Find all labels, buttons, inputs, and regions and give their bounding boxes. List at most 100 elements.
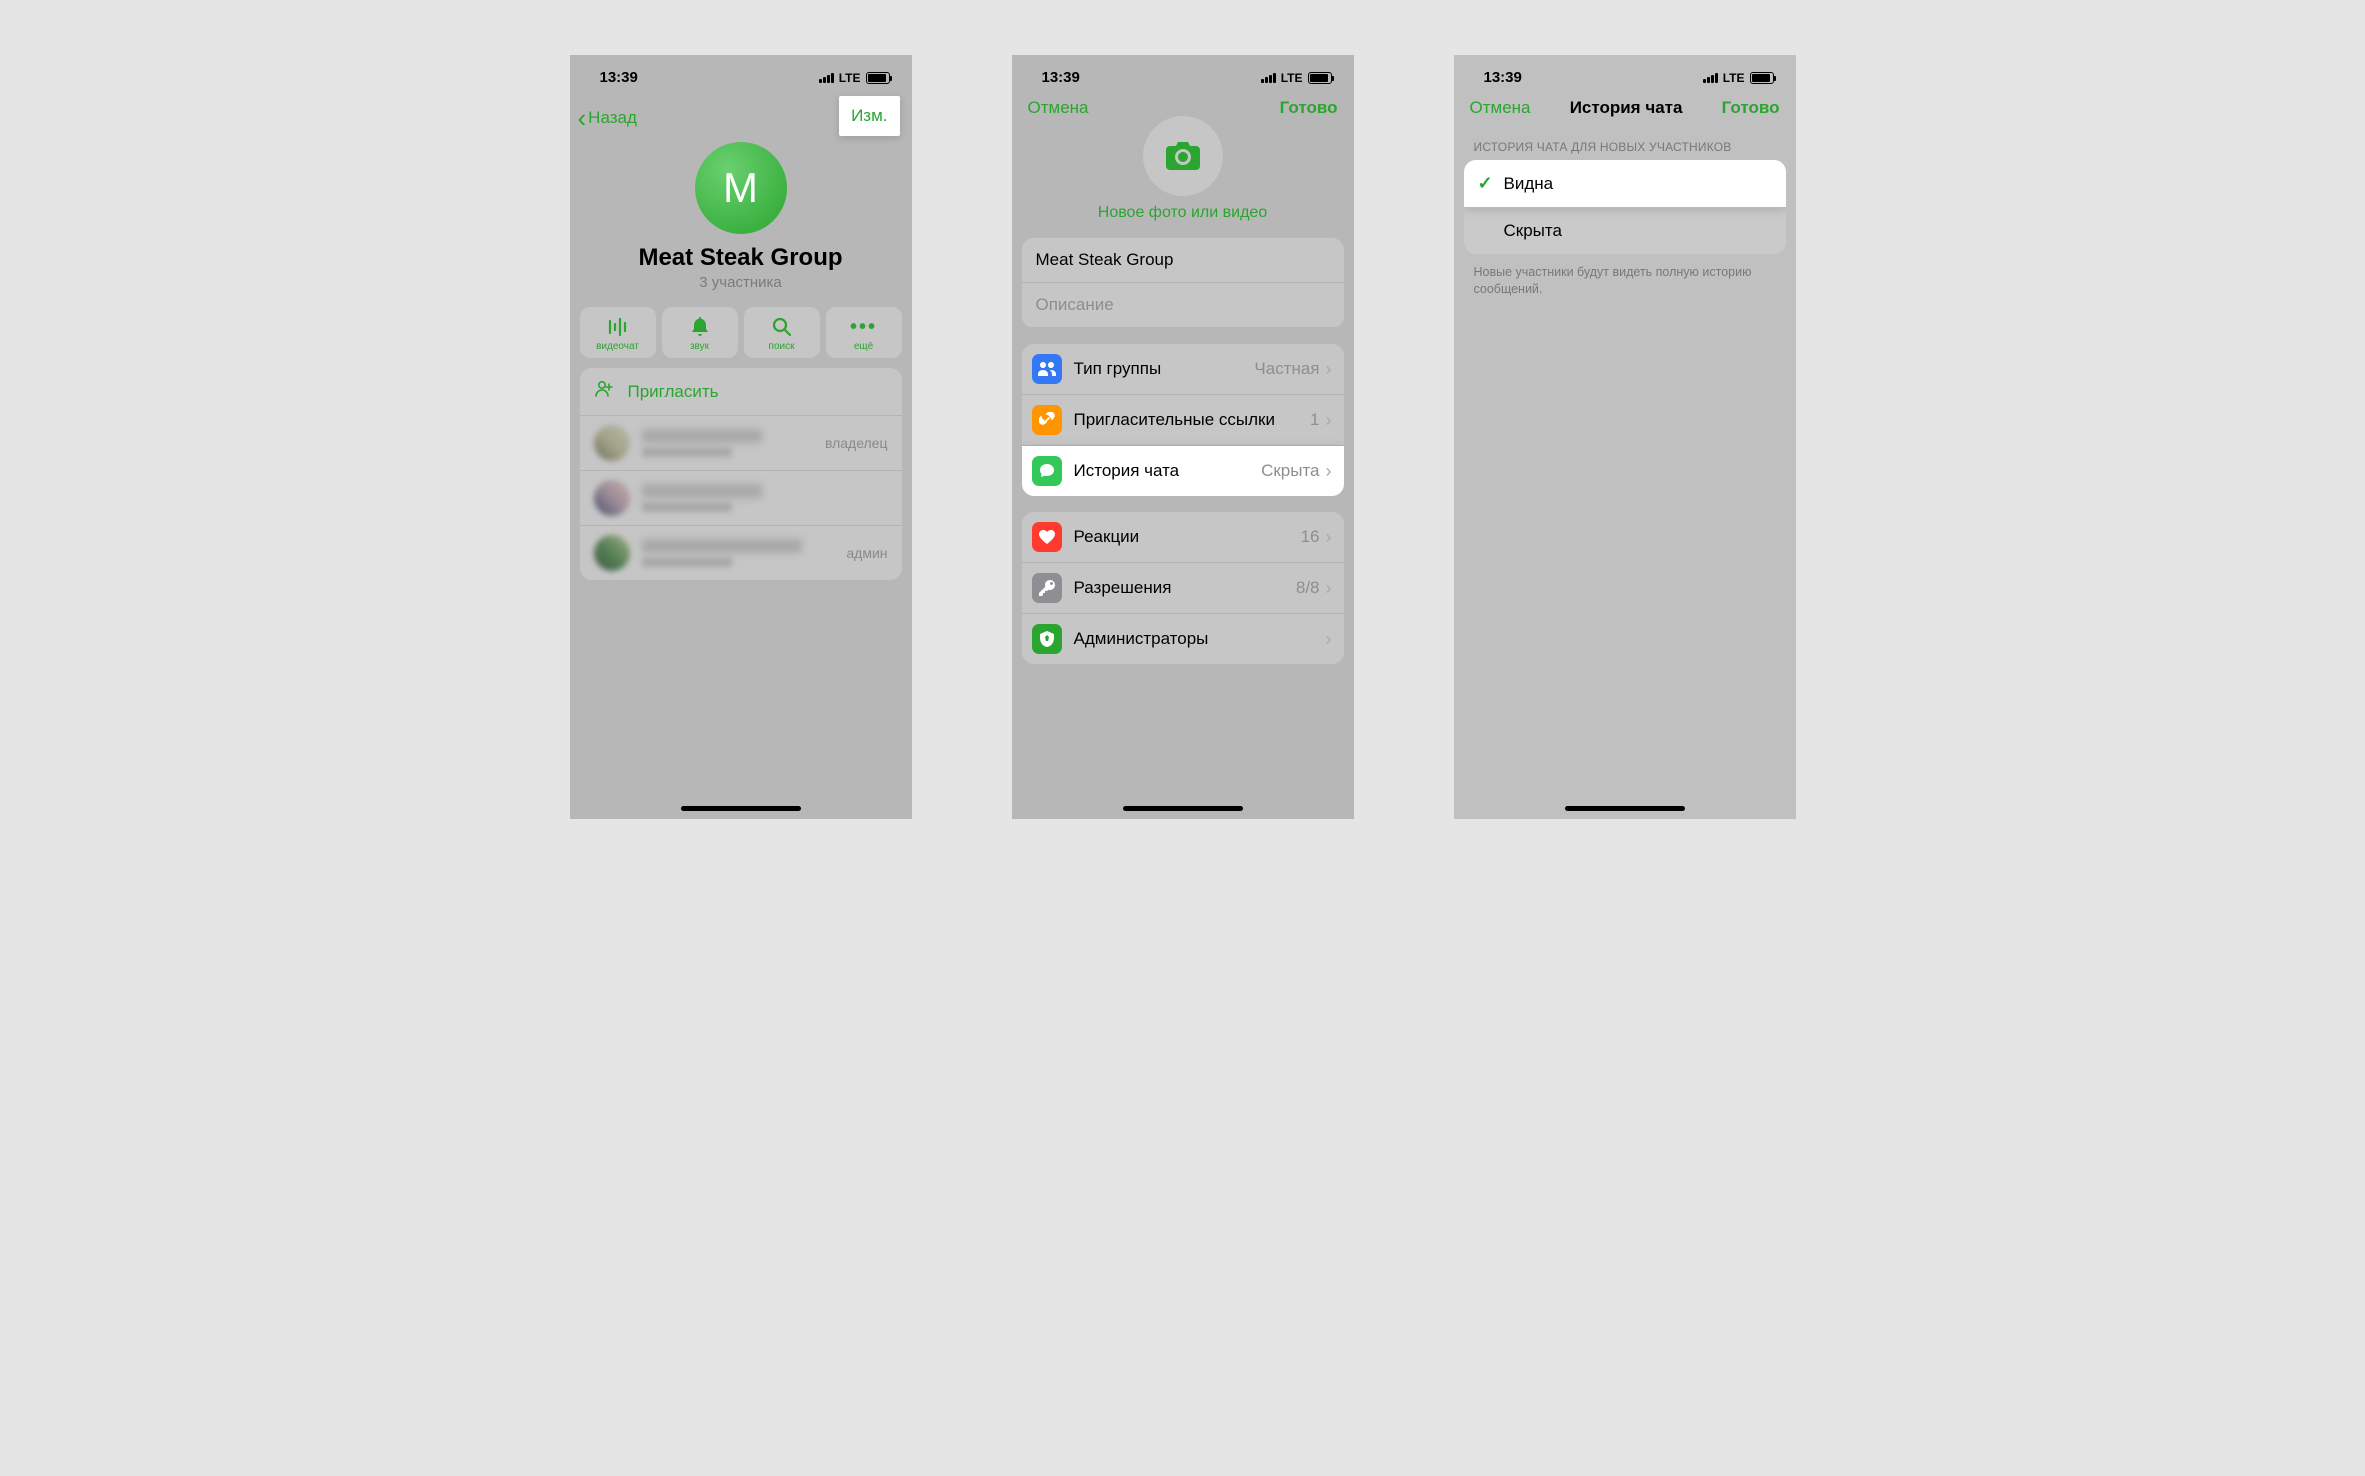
member-info	[642, 429, 825, 457]
option-hidden[interactable]: Скрыта	[1464, 208, 1786, 254]
action-sound-label: звук	[690, 341, 709, 352]
group-title: Meat Steak Group	[570, 244, 912, 272]
people-icon	[1032, 354, 1062, 384]
done-button[interactable]: Готово	[1722, 98, 1780, 118]
heart-icon	[1032, 522, 1062, 552]
key-icon	[1032, 573, 1062, 603]
action-videochat[interactable]: видеочат	[580, 307, 656, 358]
member-info	[642, 539, 847, 567]
person-plus-icon	[594, 380, 614, 403]
nav-bar: Отмена История чата Готово	[1454, 92, 1796, 118]
settings-group-1: Тип группы Частная › Пригласительные ссы…	[1022, 344, 1344, 496]
chevron-left-icon: ‹	[578, 105, 587, 131]
chevron-right-icon: ›	[1326, 410, 1332, 431]
set-photo-button[interactable]	[1143, 116, 1223, 196]
row-group-type[interactable]: Тип группы Частная ›	[1022, 344, 1344, 395]
row-value: 8/8	[1296, 578, 1320, 598]
section-footer: Новые участники будут видеть полную исто…	[1454, 254, 1796, 308]
status-bar: 13:39 LTE	[570, 55, 912, 92]
cancel-button[interactable]: Отмена	[1470, 98, 1531, 118]
member-role-admin: админ	[846, 545, 887, 561]
signal-icon	[819, 73, 834, 83]
name-desc-card: Meat Steak Group Описание	[1022, 238, 1344, 328]
video-icon	[607, 315, 629, 339]
row-value: Скрыта	[1261, 461, 1319, 481]
signal-icon	[1261, 73, 1276, 83]
status-right: LTE	[819, 71, 890, 85]
row-reactions[interactable]: Реакции 16 ›	[1022, 512, 1344, 563]
status-right: LTE	[1703, 71, 1774, 85]
group-subtitle: 3 участника	[570, 274, 912, 291]
row-label: Пригласительные ссылки	[1074, 410, 1311, 430]
section-header: ИСТОРИЯ ЧАТА ДЛЯ НОВЫХ УЧАСТНИКОВ	[1454, 118, 1796, 160]
edit-button[interactable]: Изм.	[839, 96, 899, 136]
action-more-label: ещё	[854, 341, 873, 352]
member-avatar	[594, 425, 630, 461]
member-row-1[interactable]: владелец	[580, 416, 902, 471]
member-role-owner: владелец	[825, 435, 888, 451]
member-row-3[interactable]: админ	[580, 526, 902, 580]
chevron-right-icon: ›	[1326, 527, 1332, 548]
status-time: 13:39	[1484, 69, 1522, 86]
link-icon	[1032, 405, 1062, 435]
member-row-2[interactable]	[580, 471, 902, 526]
done-button[interactable]: Готово	[1280, 98, 1338, 118]
group-avatar[interactable]: M	[695, 142, 787, 234]
status-bar: 13:39 LTE	[1012, 55, 1354, 92]
member-info	[642, 484, 888, 512]
network-label: LTE	[1723, 71, 1745, 85]
home-indicator[interactable]	[1565, 806, 1685, 811]
nav-bar: ‹ Назад Изм.	[570, 92, 912, 138]
row-admins[interactable]: Администраторы ›	[1022, 614, 1344, 664]
status-right: LTE	[1261, 71, 1332, 85]
battery-icon	[1308, 72, 1332, 84]
option-visible-label: Видна	[1504, 174, 1554, 194]
chat-icon	[1032, 456, 1062, 486]
row-value: 16	[1301, 527, 1320, 547]
search-icon	[772, 315, 792, 339]
home-indicator[interactable]	[681, 806, 801, 811]
network-label: LTE	[1281, 71, 1303, 85]
screen-group-info: 13:39 LTE ‹ Назад Изм. M Meat Steak Grou…	[570, 55, 912, 819]
row-permissions[interactable]: Разрешения 8/8 ›	[1022, 563, 1344, 614]
action-more[interactable]: ••• ещё	[826, 307, 902, 358]
back-button[interactable]: ‹ Назад	[578, 105, 637, 131]
row-invite-links[interactable]: Пригласительные ссылки 1 ›	[1022, 395, 1344, 446]
shield-icon	[1032, 624, 1062, 654]
status-time: 13:39	[600, 69, 638, 86]
home-indicator[interactable]	[1123, 806, 1243, 811]
settings-group-2: Реакции 16 › Разрешения 8/8 › Администра…	[1022, 512, 1344, 664]
row-label: Реакции	[1074, 527, 1301, 547]
action-videochat-label: видеочат	[596, 341, 639, 352]
row-chat-history[interactable]: История чата Скрыта ›	[1022, 446, 1344, 496]
group-name-input[interactable]: Meat Steak Group	[1022, 238, 1344, 283]
description-input[interactable]: Описание	[1022, 283, 1344, 328]
action-sound[interactable]: звук	[662, 307, 738, 358]
chevron-right-icon: ›	[1326, 578, 1332, 599]
back-label: Назад	[588, 108, 637, 128]
members-card: Пригласить владелец админ	[580, 368, 902, 580]
member-avatar	[594, 480, 630, 516]
invite-button[interactable]: Пригласить	[580, 368, 902, 416]
screen-edit-group: 13:39 LTE Отмена Готово Новое фото или в…	[1012, 55, 1354, 819]
cancel-button[interactable]: Отмена	[1028, 98, 1089, 118]
battery-icon	[1750, 72, 1774, 84]
bell-icon	[691, 315, 709, 339]
row-label: Разрешения	[1074, 578, 1296, 598]
page-title: История чата	[1531, 98, 1722, 118]
action-search[interactable]: поиск	[744, 307, 820, 358]
battery-icon	[866, 72, 890, 84]
chevron-right-icon: ›	[1326, 629, 1332, 650]
network-label: LTE	[839, 71, 861, 85]
row-label: Тип группы	[1074, 359, 1255, 379]
member-avatar	[594, 535, 630, 571]
invite-label: Пригласить	[628, 382, 719, 402]
new-photo-link[interactable]: Новое фото или видео	[1012, 204, 1354, 222]
option-visible[interactable]: ✓ Видна	[1464, 160, 1786, 208]
screen-chat-history: 13:39 LTE Отмена История чата Готово ИСТ…	[1454, 55, 1796, 819]
more-icon: •••	[850, 315, 877, 339]
history-options-card: ✓ Видна Скрыта	[1464, 160, 1786, 254]
status-time: 13:39	[1042, 69, 1080, 86]
chevron-right-icon: ›	[1326, 359, 1332, 380]
status-bar: 13:39 LTE	[1454, 55, 1796, 92]
